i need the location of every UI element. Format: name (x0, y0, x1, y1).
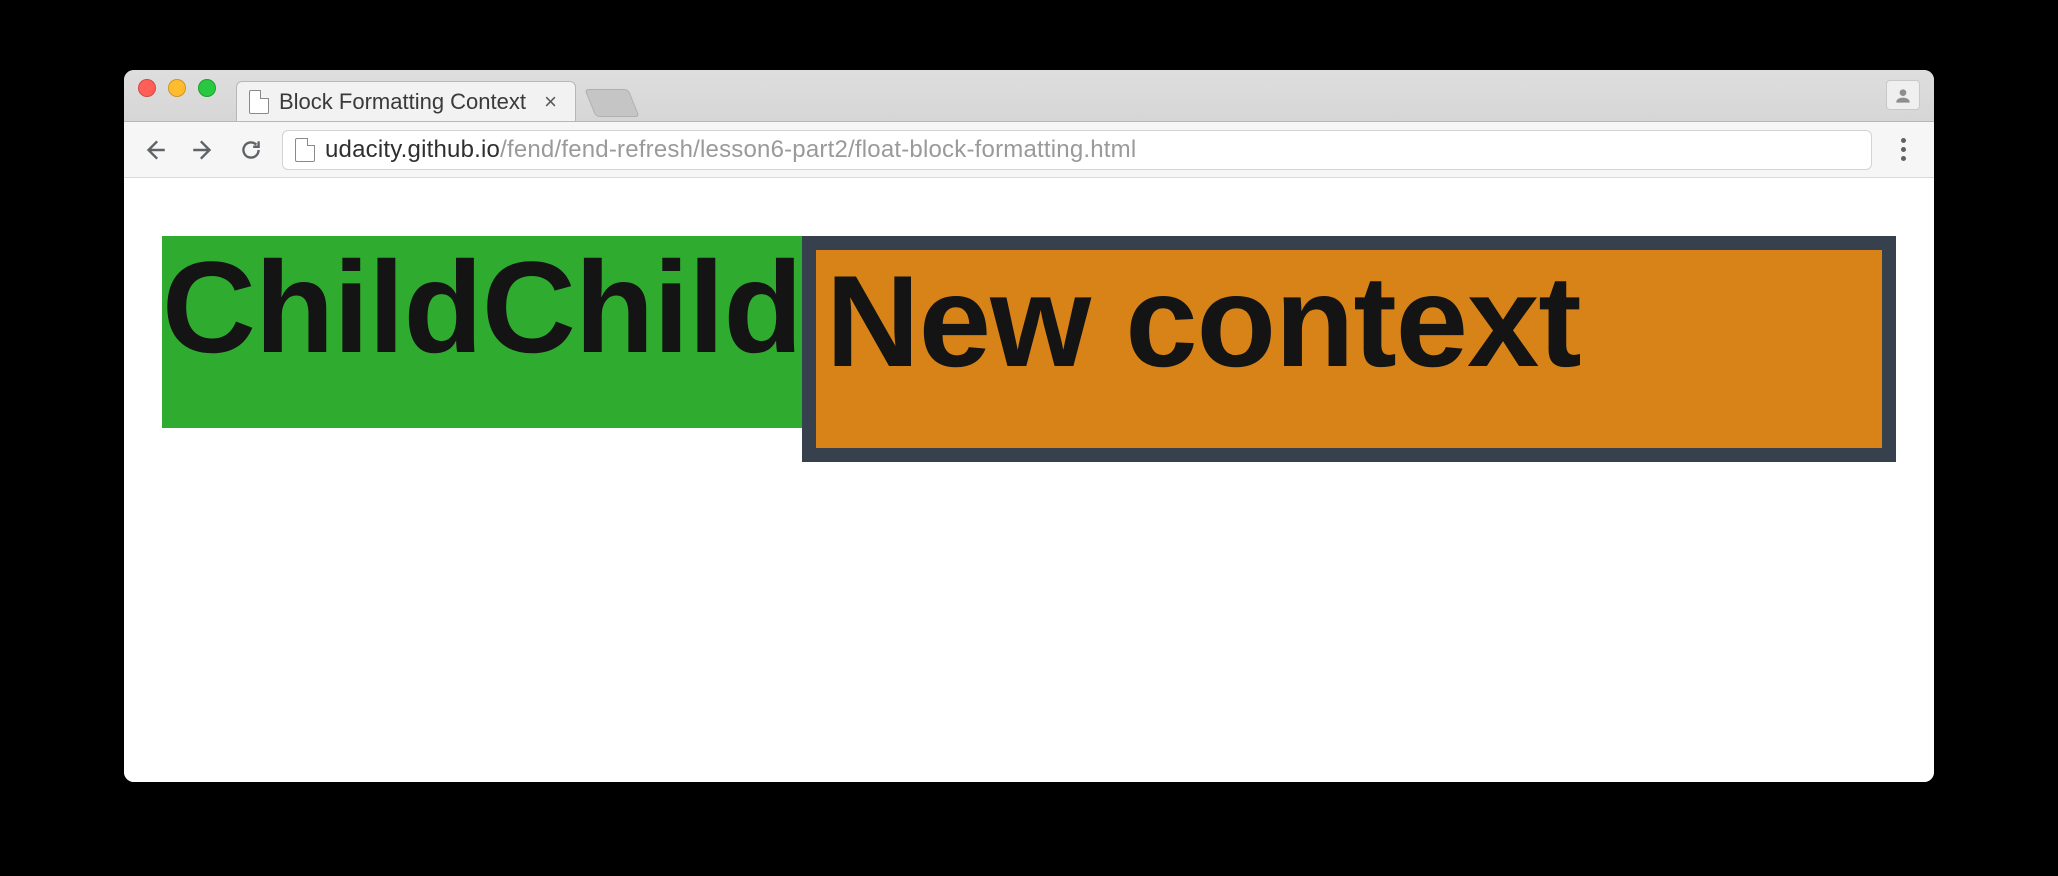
user-icon (1893, 86, 1913, 106)
new-context-box: New context (802, 236, 1896, 462)
url-path: /fend/fend-refresh/lesson6-part2/float-b… (500, 136, 1136, 163)
toolbar: udacity.github.io/fend/fend-refresh/less… (124, 122, 1934, 178)
close-window-button[interactable] (138, 79, 156, 97)
forward-button[interactable] (186, 133, 220, 167)
arrow-right-icon (190, 137, 216, 163)
new-tab-button[interactable] (584, 89, 639, 117)
back-button[interactable] (138, 133, 172, 167)
fullscreen-window-button[interactable] (198, 79, 216, 97)
url-text: udacity.github.io/fend/fend-refresh/less… (325, 136, 1136, 164)
reload-icon (238, 137, 264, 163)
child-label-1: Child (162, 242, 482, 428)
minimize-window-button[interactable] (168, 79, 186, 97)
page-icon (249, 90, 269, 114)
browser-menu-button[interactable] (1886, 133, 1920, 167)
content-row: ChildChild New context (162, 236, 1896, 462)
browser-tab[interactable]: Block Formatting Context × (236, 81, 576, 121)
kebab-icon (1901, 136, 1906, 163)
page-content: ChildChild New context (162, 236, 1896, 462)
site-info-icon[interactable] (295, 138, 315, 162)
child-label-2: Child (482, 242, 802, 428)
profile-button[interactable] (1886, 80, 1920, 110)
arrow-left-icon (142, 137, 168, 163)
close-tab-button[interactable]: × (540, 91, 561, 113)
reload-button[interactable] (234, 133, 268, 167)
page-viewport: ChildChild New context (124, 178, 1934, 782)
window-controls (138, 70, 236, 121)
float-children-container: ChildChild (162, 236, 802, 428)
tab-strip: Block Formatting Context × (124, 70, 1934, 122)
url-host: udacity.github.io (325, 136, 500, 163)
address-bar[interactable]: udacity.github.io/fend/fend-refresh/less… (282, 130, 1872, 170)
new-context-label: New context (826, 248, 1581, 394)
tab-title: Block Formatting Context (279, 89, 526, 115)
browser-window: Block Formatting Context × udacity.githu… (124, 70, 1934, 782)
